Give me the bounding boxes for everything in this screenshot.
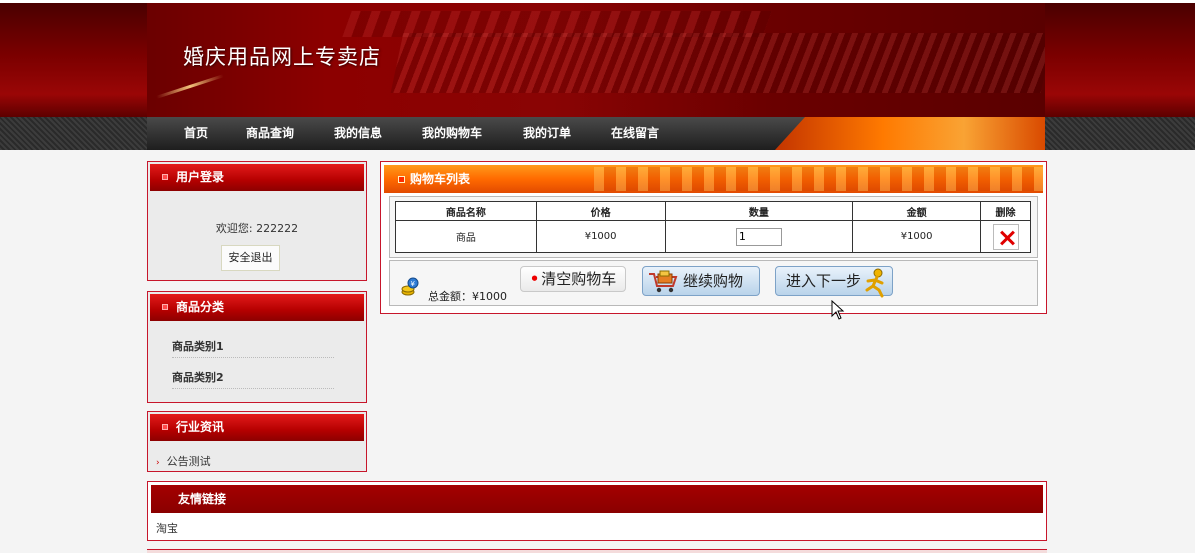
cart-table-wrap: 商品名称 价格 数量 金额 删除 商品 ¥1000 ¥1000 xyxy=(389,196,1038,258)
cart-title-bar: 购物车列表 xyxy=(384,165,1043,193)
running-man-icon xyxy=(865,268,884,298)
delete-cell xyxy=(980,220,1031,253)
bullet-icon: • xyxy=(529,270,540,288)
continue-shopping-label: 继续购物 xyxy=(683,272,744,290)
news-title-text: 行业资讯 xyxy=(176,420,225,434)
price-cell: ¥1000 xyxy=(535,220,666,253)
cart-table: 商品名称 价格 数量 金额 删除 商品 ¥1000 ¥1000 xyxy=(395,201,1031,253)
next-step-button[interactable]: 进入下一步 xyxy=(775,266,893,298)
total-amount: 总金额：¥1000 xyxy=(428,290,507,303)
category-title: 商品分类 xyxy=(150,294,364,321)
clear-cart-label: 清空购物车 xyxy=(541,270,617,288)
column-header: 删除 xyxy=(980,201,1031,221)
news-title: 行业资讯 xyxy=(150,414,364,441)
user-login-title: 用户登录 xyxy=(150,164,364,191)
column-header: 价格 xyxy=(535,201,666,221)
friend-links-title: 友情链接 xyxy=(151,485,1043,513)
shopping-cart-icon xyxy=(649,270,678,293)
friend-links-box: 友情链接 淘宝 xyxy=(147,481,1047,541)
nav-my-orders[interactable]: 我的订单 xyxy=(523,124,571,141)
nav-home[interactable]: 首页 xyxy=(184,124,208,141)
nav-product-search[interactable]: 商品查询 xyxy=(246,124,294,141)
product-name-cell: 商品 xyxy=(395,220,537,253)
category-item[interactable]: 商品类别2 xyxy=(172,367,334,389)
user-login-title-text: 用户登录 xyxy=(176,170,225,184)
coins-icon: ¥ xyxy=(401,277,419,296)
quantity-cell xyxy=(664,220,854,253)
next-step-label: 进入下一步 xyxy=(786,272,862,290)
user-login-box: 用户登录 欢迎您: 222222 安全退出 xyxy=(147,161,367,281)
continue-shopping-button[interactable]: 继续购物 xyxy=(642,266,760,296)
bullet-icon xyxy=(162,304,168,310)
banner-decoration xyxy=(156,74,224,99)
main-nav: 首页 商品查询 我的信息 我的购物车 我的订单 在线留言 xyxy=(0,117,1195,150)
clear-cart-button[interactable]: • 清空购物车 xyxy=(520,266,626,292)
cart-action-bar: ¥ 总金额：¥1000 • 清空购物车 继续购物 进入下一步 xyxy=(389,260,1038,306)
banner-decoration xyxy=(390,33,1045,93)
chevron-right-icon: › xyxy=(156,458,160,468)
news-item[interactable]: › 公告测试 xyxy=(156,453,211,469)
news-item-label: 公告测试 xyxy=(166,455,211,468)
site-header: 婚庆用品网上专卖店 xyxy=(0,3,1195,117)
column-header: 商品名称 xyxy=(395,201,537,221)
amount-cell: ¥1000 xyxy=(852,220,982,253)
friend-link[interactable]: 淘宝 xyxy=(156,520,178,536)
nav-my-cart[interactable]: 我的购物车 xyxy=(422,124,482,141)
table-row: 商品 ¥1000 ¥1000 xyxy=(395,220,1031,253)
table-header-row: 商品名称 价格 数量 金额 删除 xyxy=(395,201,1031,221)
mouse-pointer-icon xyxy=(831,300,845,320)
cart-panel: 购物车列表 商品名称 价格 数量 金额 删除 商品 ¥1000 ¥1000 xyxy=(380,161,1047,314)
cart-title: 购物车列表 xyxy=(410,172,471,186)
bullet-icon xyxy=(162,424,168,430)
site-title: 婚庆用品网上专卖店 xyxy=(183,45,381,69)
delete-icon[interactable] xyxy=(992,223,1019,250)
news-box: 行业资讯 › 公告测试 xyxy=(147,411,367,472)
category-item[interactable]: 商品类别1 xyxy=(172,336,334,358)
footer-edge xyxy=(147,549,1047,553)
category-box: 商品分类 商品类别1 商品类别2 xyxy=(147,291,367,403)
bullet-icon xyxy=(398,176,405,183)
logout-button[interactable]: 安全退出 xyxy=(221,245,280,271)
nav-my-info[interactable]: 我的信息 xyxy=(334,124,382,141)
svg-text:¥: ¥ xyxy=(411,280,416,288)
category-title-text: 商品分类 xyxy=(176,300,225,314)
title-decoration xyxy=(594,167,1043,191)
welcome-text: 欢迎您: 222222 xyxy=(215,222,299,235)
nav-messages[interactable]: 在线留言 xyxy=(611,124,659,141)
bullet-icon xyxy=(162,174,168,180)
column-header: 金额 xyxy=(852,201,982,221)
nav-decoration xyxy=(775,117,1045,150)
quantity-input[interactable] xyxy=(735,227,782,246)
column-header: 数量 xyxy=(664,201,854,221)
